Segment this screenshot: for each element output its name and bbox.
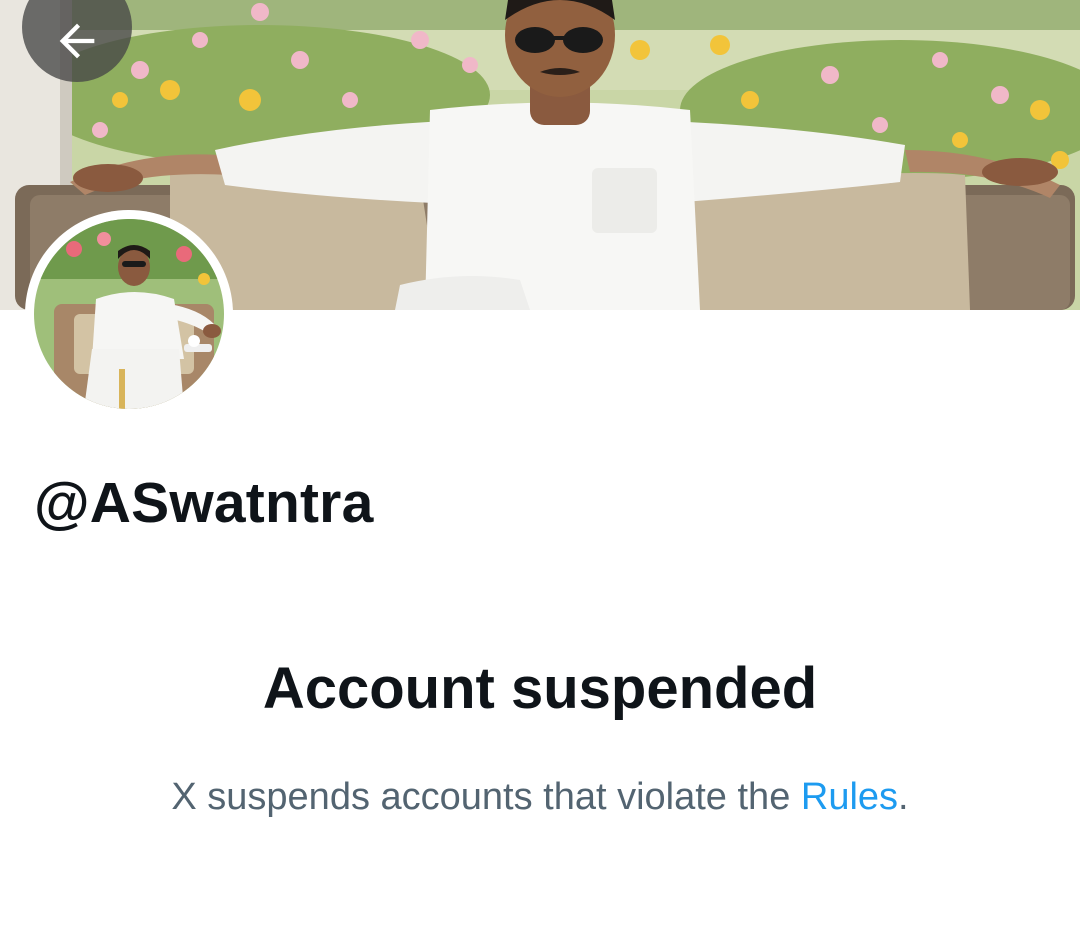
avatar-image [34, 219, 224, 409]
rules-link[interactable]: Rules [801, 776, 898, 818]
suspended-message-period: . [898, 776, 909, 818]
suspended-message-text: X suspends accounts that violate the [171, 776, 801, 818]
suspended-title: Account suspended [262, 656, 818, 721]
suspended-message: X suspends accounts that violate the Rul… [0, 776, 1080, 819]
avatar[interactable] [25, 210, 233, 418]
profile-handle: @ASwatntra [34, 471, 374, 535]
profile-page: @ASwatntra Account suspended X suspends … [0, 0, 1080, 951]
arrow-left-icon [59, 23, 95, 59]
